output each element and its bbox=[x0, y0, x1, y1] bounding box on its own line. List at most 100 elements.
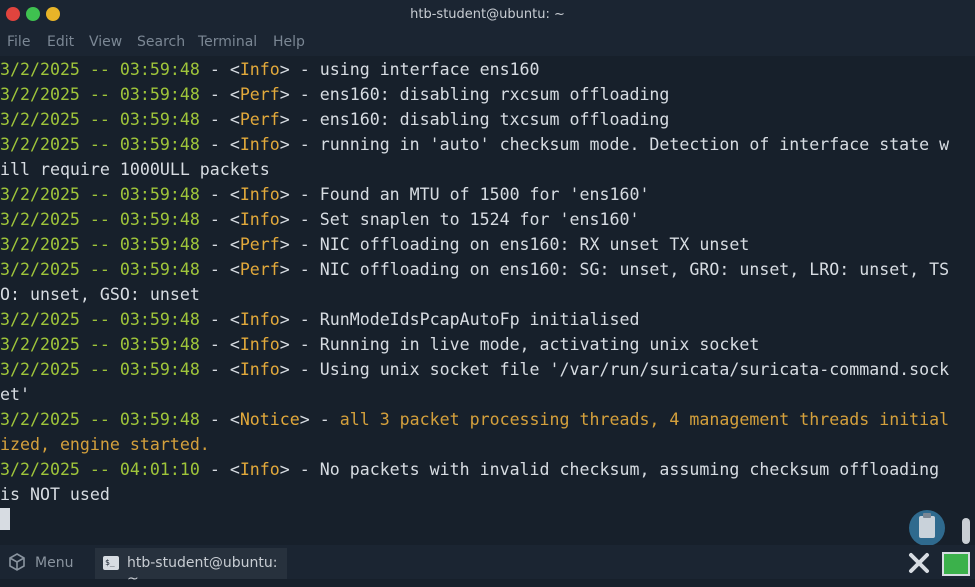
log-tag: Info bbox=[239, 135, 280, 154]
log-tag: Info bbox=[239, 460, 280, 479]
log-time: 03:59:48 bbox=[119, 335, 200, 354]
log-bracket: > - bbox=[279, 210, 320, 229]
menu-search[interactable]: Search bbox=[137, 34, 185, 50]
log-time: 03:59:48 bbox=[119, 310, 200, 329]
menu-terminal[interactable]: Terminal bbox=[198, 34, 257, 50]
log-bracket: - < bbox=[199, 210, 240, 229]
log-bracket: > - bbox=[279, 185, 320, 204]
log-date: 3/2/2025 bbox=[0, 360, 80, 379]
log-message: ens160: disabling rxcsum offloading bbox=[319, 85, 670, 104]
log-bracket: - < bbox=[199, 260, 240, 279]
log-message: ens160: disabling txcsum offloading bbox=[319, 110, 670, 129]
log-line-continuation: ill require 1000ULL packets bbox=[0, 157, 962, 182]
log-tag: Info bbox=[239, 335, 280, 354]
log-date: 3/2/2025 bbox=[0, 410, 80, 429]
log-date: 3/2/2025 bbox=[0, 60, 80, 79]
log-tag: Info bbox=[239, 360, 280, 379]
log-date: 3/2/2025 bbox=[0, 235, 80, 254]
log-message: Set snaplen to 1524 for 'ens160' bbox=[319, 210, 640, 229]
title-bar: htb-student@ubuntu: ~ bbox=[0, 0, 975, 30]
log-date: 3/2/2025 bbox=[0, 260, 80, 279]
menu-help[interactable]: Help bbox=[273, 34, 305, 50]
log-bracket: - < bbox=[199, 335, 240, 354]
log-sep: -- bbox=[79, 60, 120, 79]
log-time: 03:59:48 bbox=[119, 110, 200, 129]
log-date: 3/2/2025 bbox=[0, 460, 80, 479]
log-message: running in 'auto' checksum mode. Detecti… bbox=[319, 135, 950, 154]
log-tag: Perf bbox=[239, 235, 280, 254]
log-line-continuation: is NOT used bbox=[0, 482, 962, 507]
log-message: RunModeIdsPcapAutoFp initialised bbox=[319, 310, 640, 329]
log-sep: -- bbox=[79, 135, 120, 154]
log-bracket: > - bbox=[279, 85, 320, 104]
log-line: 3/2/2025 -- 03:59:48 - <Perf> - NIC offl… bbox=[0, 232, 962, 257]
log-time: 03:59:48 bbox=[119, 410, 200, 429]
log-bracket: - < bbox=[199, 60, 240, 79]
window-title: htb-student@ubuntu: ~ bbox=[410, 7, 565, 22]
log-sep: -- bbox=[79, 85, 120, 104]
log-message-continuation: et' bbox=[0, 385, 30, 404]
log-time: 04:01:10 bbox=[119, 460, 200, 479]
log-line-continuation: ized, engine started. bbox=[0, 432, 962, 457]
prompt-line bbox=[0, 507, 962, 532]
log-message: Using unix socket file '/var/run/suricat… bbox=[319, 360, 950, 379]
log-date: 3/2/2025 bbox=[0, 185, 80, 204]
log-message: Found an MTU of 1500 for 'ens160' bbox=[319, 185, 650, 204]
log-message-continuation: O: unset, GSO: unset bbox=[0, 285, 200, 304]
menu-label[interactable]: Menu bbox=[35, 555, 73, 571]
cube-icon[interactable] bbox=[8, 553, 26, 571]
log-sep: -- bbox=[79, 460, 120, 479]
log-bracket: - < bbox=[199, 135, 240, 154]
clipboard-board bbox=[919, 516, 935, 538]
log-line: 3/2/2025 -- 03:59:48 - <Info> - running … bbox=[0, 132, 962, 157]
log-time: 03:59:48 bbox=[119, 360, 200, 379]
taskbar: Menu $_ htb-student@ubuntu: ~ bbox=[0, 545, 975, 587]
log-line: 3/2/2025 -- 03:59:48 - <Info> - Set snap… bbox=[0, 207, 962, 232]
clipboard-clip bbox=[923, 513, 931, 518]
log-bracket: > - bbox=[279, 335, 320, 354]
log-sep: -- bbox=[79, 210, 120, 229]
task-label: htb-student@ubuntu: ~ bbox=[127, 555, 278, 587]
log-bracket: > - bbox=[279, 260, 320, 279]
log-date: 3/2/2025 bbox=[0, 210, 80, 229]
log-tag: Perf bbox=[239, 85, 280, 104]
terminal-output[interactable]: 3/2/2025 -- 03:59:48 - <Info> - using in… bbox=[0, 57, 962, 537]
log-bracket: > - bbox=[279, 310, 320, 329]
menu-file[interactable]: File bbox=[7, 34, 30, 50]
log-bracket: - < bbox=[199, 410, 240, 429]
log-sep: -- bbox=[79, 335, 120, 354]
log-line: 3/2/2025 -- 03:59:48 - <Notice> - all 3 … bbox=[0, 407, 962, 432]
log-date: 3/2/2025 bbox=[0, 335, 80, 354]
log-time: 03:59:48 bbox=[119, 185, 200, 204]
log-tag: Info bbox=[239, 210, 280, 229]
log-sep: -- bbox=[79, 360, 120, 379]
log-date: 3/2/2025 bbox=[0, 110, 80, 129]
log-message: No packets with invalid checksum, assumi… bbox=[319, 460, 940, 479]
log-lines: 3/2/2025 -- 03:59:48 - <Info> - using in… bbox=[0, 57, 962, 507]
log-bracket: - < bbox=[199, 185, 240, 204]
log-bracket: - < bbox=[199, 460, 240, 479]
log-message: NIC offloading on ens160: SG: unset, GRO… bbox=[319, 260, 950, 279]
log-bracket: > - bbox=[279, 135, 320, 154]
menu-view[interactable]: View bbox=[89, 34, 122, 50]
scrollbar[interactable] bbox=[962, 518, 970, 544]
taskbar-task-terminal[interactable]: $_ htb-student@ubuntu: ~ bbox=[95, 548, 287, 587]
log-tag: Info bbox=[239, 185, 280, 204]
menu-bar: File Edit View Search Terminal Help bbox=[0, 30, 975, 56]
log-message-continuation: ill require 1000ULL packets bbox=[0, 160, 270, 179]
text-cursor bbox=[0, 508, 10, 530]
log-date: 3/2/2025 bbox=[0, 310, 80, 329]
log-time: 03:59:48 bbox=[119, 235, 200, 254]
log-time: 03:59:48 bbox=[119, 210, 200, 229]
close-icon[interactable] bbox=[906, 550, 932, 576]
terminal-icon: $_ bbox=[103, 556, 119, 570]
log-message: all 3 packet processing threads, 4 manag… bbox=[339, 410, 950, 429]
log-line: 3/2/2025 -- 04:01:10 - <Info> - No packe… bbox=[0, 457, 962, 482]
clipboard-icon[interactable] bbox=[909, 510, 945, 546]
log-tag: Notice bbox=[239, 410, 300, 429]
log-time: 03:59:48 bbox=[119, 60, 200, 79]
monitor-icon[interactable] bbox=[942, 552, 970, 576]
menu-edit[interactable]: Edit bbox=[47, 34, 74, 50]
log-message-continuation: is NOT used bbox=[0, 485, 110, 504]
log-message: Running in live mode, activating unix so… bbox=[319, 335, 760, 354]
